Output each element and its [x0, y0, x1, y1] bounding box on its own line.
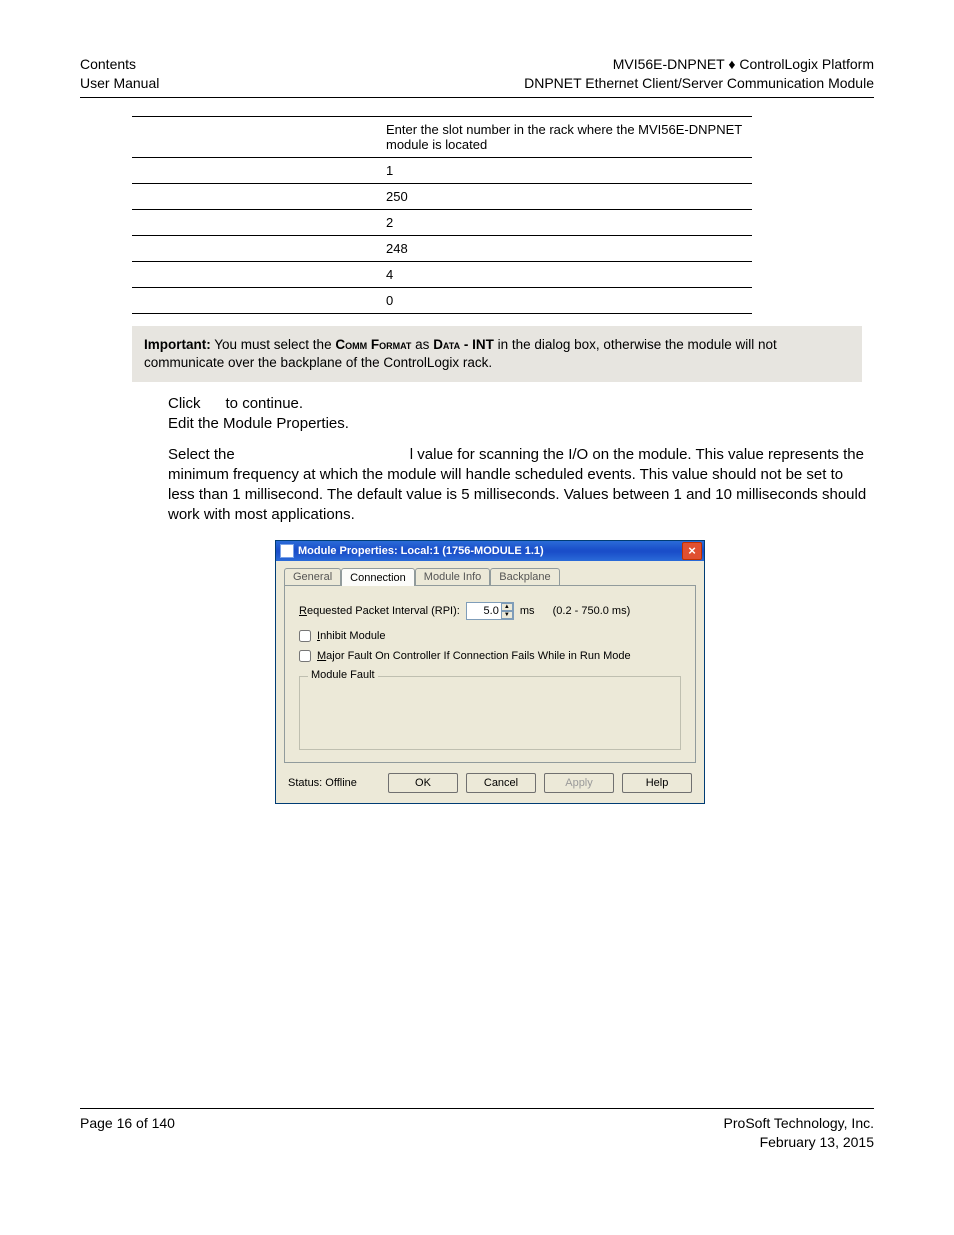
help-button[interactable]: Help — [622, 773, 692, 793]
inhibit-label: Inhibit Module — [317, 630, 386, 642]
header-divider — [80, 97, 874, 98]
rpi-input[interactable] — [467, 604, 501, 618]
apply-button[interactable]: Apply — [544, 773, 614, 793]
rpi-unit: ms — [520, 605, 535, 617]
param-table: Enter the slot number in the rack where … — [132, 116, 752, 314]
data-int-label: Data - INT — [433, 337, 494, 352]
select-text-a: Select the — [168, 446, 239, 463]
dialog-title: Module Properties: Local:1 (1756-MODULE … — [298, 545, 682, 557]
click-text: Click — [168, 395, 205, 412]
close-icon: × — [688, 544, 696, 557]
instructions: Click to continue. Edit the Module Prope… — [168, 394, 868, 435]
dialog-tabs: General Connection Module Info Backplane — [276, 561, 704, 585]
module-fault-label: Module Fault — [308, 669, 378, 681]
important-text: as — [411, 337, 433, 352]
header-subtitle: DNPNET Ethernet Client/Server Communicat… — [524, 74, 874, 93]
rpi-label: Requested Packet Interval (RPI): — [299, 605, 460, 617]
page-header: Contents User Manual MVI56E-DNPNET ♦ Con… — [80, 55, 874, 93]
table-cell: 2 — [380, 209, 752, 235]
comm-format-label: Comm Format — [335, 337, 411, 352]
header-contents: Contents — [80, 55, 159, 74]
page-number: Page 16 of 140 — [80, 1114, 175, 1152]
cancel-button[interactable]: Cancel — [466, 773, 536, 793]
important-note: Important: You must select the Comm Form… — [132, 326, 862, 382]
major-fault-label: Major Fault On Controller If Connection … — [317, 650, 631, 662]
table-cell: 4 — [380, 261, 752, 287]
to-continue-text: to continue. — [221, 395, 303, 412]
module-properties-dialog: Module Properties: Local:1 (1756-MODULE … — [275, 540, 705, 804]
table-cell: 0 — [380, 287, 752, 313]
table-cell: 1 — [380, 157, 752, 183]
header-user-manual: User Manual — [80, 74, 159, 93]
important-label: Important: — [144, 337, 211, 352]
ok-button[interactable]: OK — [388, 773, 458, 793]
major-fault-checkbox[interactable] — [299, 650, 311, 662]
footer-divider — [80, 1108, 874, 1109]
close-button[interactable]: × — [682, 542, 702, 560]
company-name: ProSoft Technology, Inc. — [724, 1114, 874, 1133]
tab-backplane[interactable]: Backplane — [490, 568, 559, 585]
dialog-status: Status: Offline — [288, 777, 380, 789]
table-cell: Enter the slot number in the rack where … — [380, 116, 752, 157]
tab-module-info[interactable]: Module Info — [415, 568, 490, 585]
tab-general[interactable]: General — [284, 568, 341, 585]
rpi-explanation: Select the l value for scanning the I/O … — [168, 445, 868, 526]
dialog-titlebar[interactable]: Module Properties: Local:1 (1756-MODULE … — [276, 541, 704, 561]
tab-connection[interactable]: Connection — [341, 568, 415, 586]
table-cell: 248 — [380, 235, 752, 261]
rpi-range: (0.2 - 750.0 ms) — [553, 605, 631, 617]
header-product: MVI56E-DNPNET ♦ ControlLogix Platform — [524, 55, 874, 74]
rpi-spin-up[interactable]: ▲ — [501, 603, 513, 611]
page-footer: Page 16 of 140 ProSoft Technology, Inc. … — [80, 1114, 874, 1152]
inhibit-checkbox[interactable] — [299, 630, 311, 642]
edit-line: Edit the Module Properties. — [168, 415, 349, 432]
rpi-spin-down[interactable]: ▼ — [501, 611, 513, 619]
table-cell: 250 — [380, 183, 752, 209]
connection-panel: Requested Packet Interval (RPI): ▲ ▼ ms … — [284, 585, 696, 763]
footer-date: February 13, 2015 — [724, 1133, 874, 1152]
module-fault-group: Module Fault — [299, 676, 681, 750]
window-icon — [280, 544, 294, 558]
important-text: You must select the — [211, 337, 336, 352]
rpi-spinner[interactable]: ▲ ▼ — [466, 602, 514, 620]
